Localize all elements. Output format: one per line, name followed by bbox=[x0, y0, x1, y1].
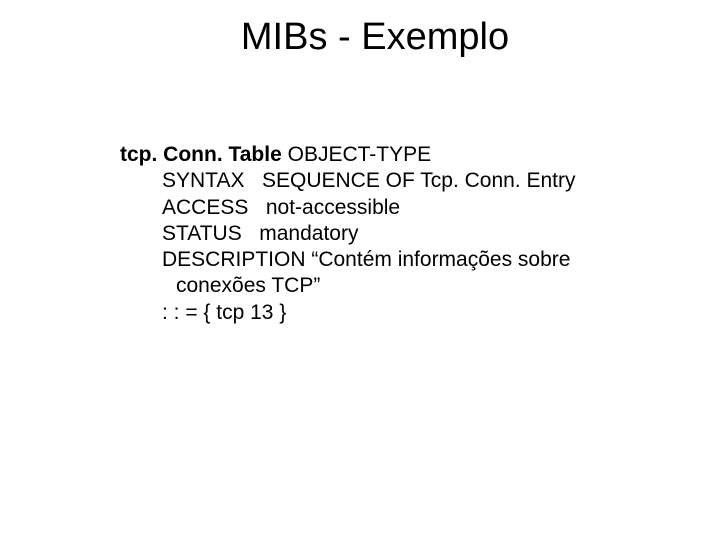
object-keyword: OBJECT-TYPE bbox=[288, 143, 432, 166]
status-line: STATUS mandatory bbox=[120, 221, 640, 247]
assignment-line: : : = { tcp 13 } bbox=[120, 300, 640, 326]
description-line-2: conexões TCP” bbox=[120, 273, 640, 299]
object-header-line: tcp. Conn. Table OBJECT-TYPE bbox=[120, 142, 640, 168]
syntax-line: SYNTAX SEQUENCE OF Tcp. Conn. Entry bbox=[120, 168, 640, 194]
access-line: ACCESS not-accessible bbox=[120, 195, 640, 221]
slide-title: MIBs - Exemplo bbox=[0, 16, 720, 59]
object-name: tcp. Conn. Table bbox=[120, 143, 288, 166]
mib-definition-block: tcp. Conn. Table OBJECT-TYPE SYNTAX SEQU… bbox=[120, 142, 640, 326]
description-line-1: DESCRIPTION “Contém informações sobre bbox=[120, 247, 640, 273]
